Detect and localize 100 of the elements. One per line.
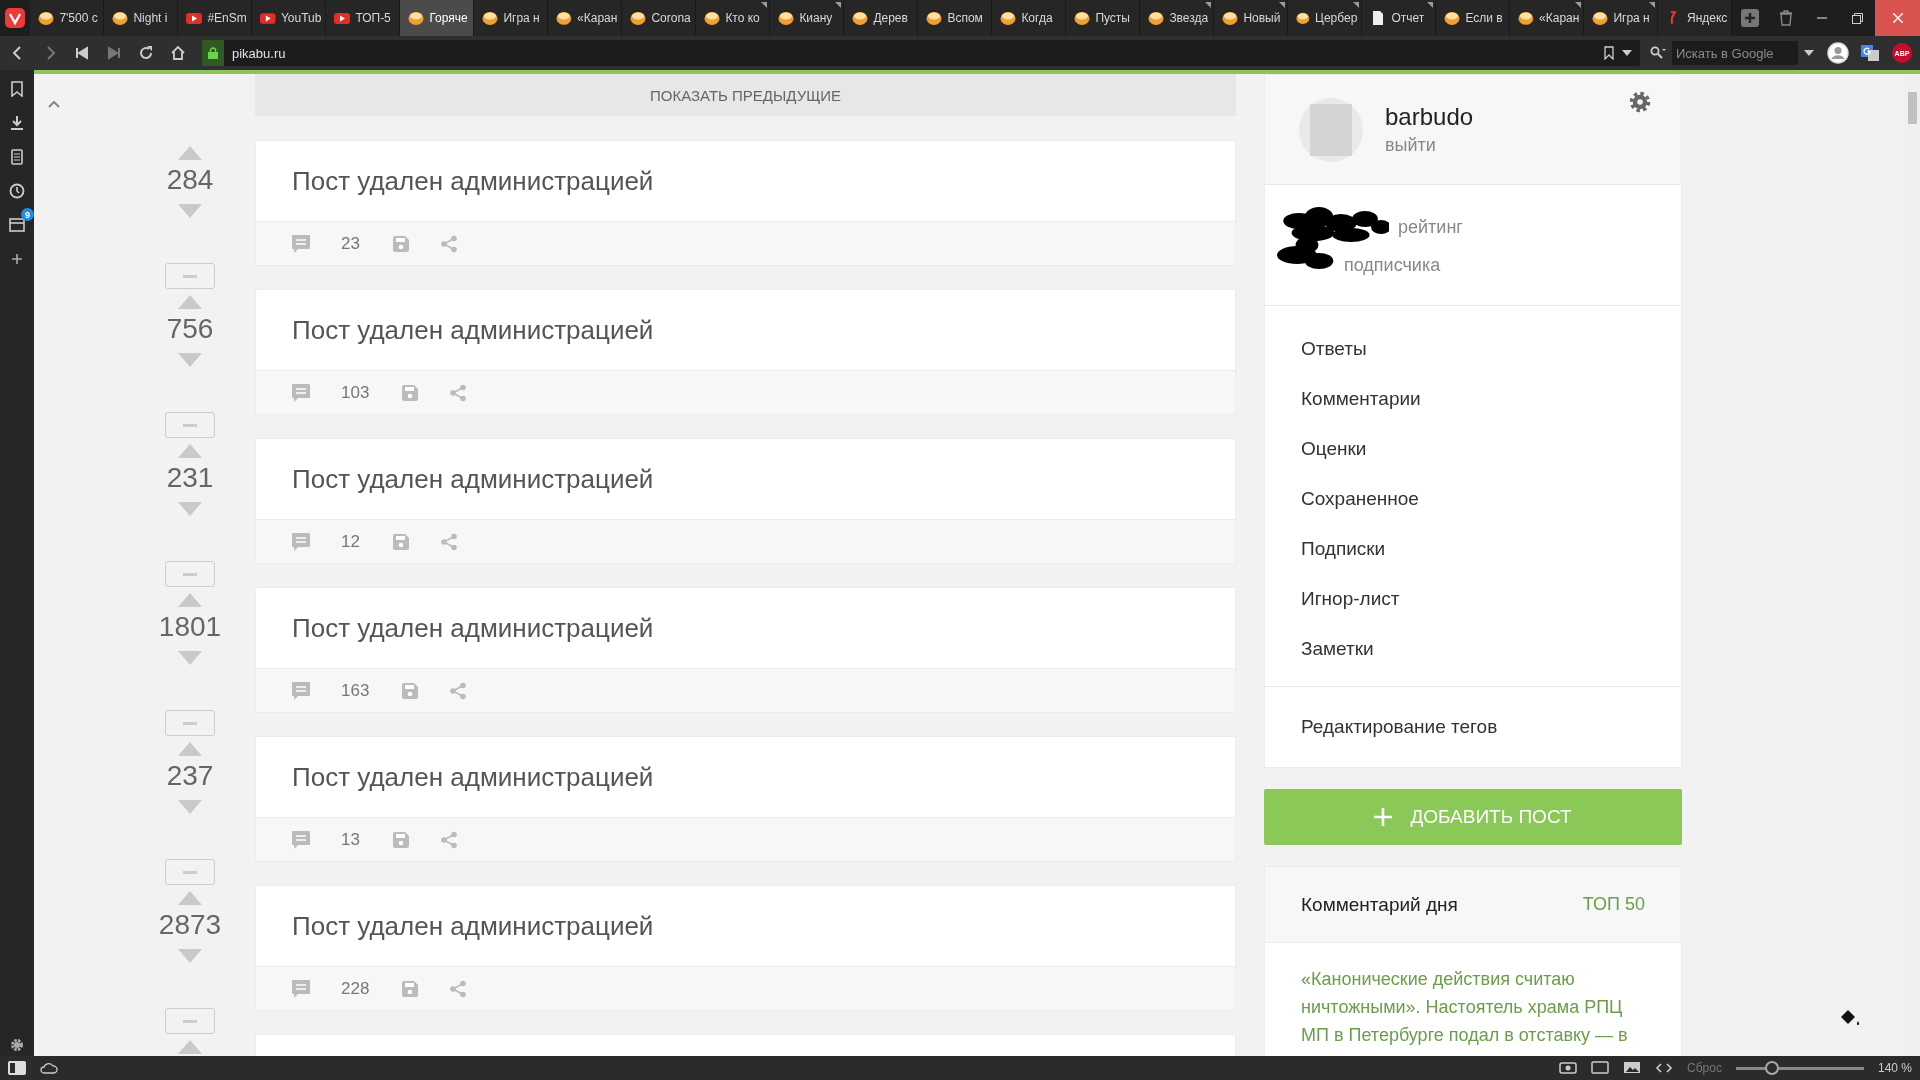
browser-tab[interactable]: «Каран [1510, 0, 1585, 36]
browser-tab[interactable]: Горяче [400, 0, 475, 36]
menu-link[interactable]: Оценки [1265, 424, 1681, 474]
vote-count: 231 [166, 462, 214, 494]
menu-link[interactable]: Сохраненное [1265, 474, 1681, 524]
upvote-button[interactable] [178, 593, 202, 607]
images-button[interactable] [1623, 1060, 1642, 1076]
post-title[interactable]: Пост удален администрацией [256, 737, 1235, 817]
collapse-button[interactable] [165, 710, 215, 736]
collapse-button[interactable] [165, 859, 215, 885]
browser-tab[interactable]: YouTub [252, 0, 327, 36]
clock-icon [9, 183, 25, 199]
comments-button[interactable] [291, 531, 311, 552]
browser-tab[interactable]: Когда [992, 0, 1067, 36]
comment-icon [291, 531, 311, 552]
save-button[interactable] [391, 532, 410, 551]
downvote-button[interactable] [178, 800, 202, 814]
reload-icon [137, 44, 155, 62]
collapse-button[interactable] [165, 1008, 215, 1034]
menu-link[interactable]: Комментарии [1265, 374, 1681, 424]
share-button[interactable] [449, 383, 468, 402]
save-button[interactable] [391, 234, 410, 253]
upvote-button[interactable] [178, 1040, 202, 1054]
comments-button[interactable] [291, 680, 311, 701]
downvote-button[interactable] [178, 204, 202, 218]
slider-thumb[interactable] [1764, 1061, 1779, 1075]
sync-button[interactable] [40, 1062, 58, 1074]
settings-button[interactable] [1629, 91, 1651, 113]
share-button[interactable] [439, 234, 458, 253]
browser-tab[interactable]: «Каран [548, 0, 623, 36]
menu-link[interactable]: Заметки [1265, 624, 1681, 674]
edit-tags-link[interactable]: Редактирование тегов [1265, 687, 1681, 767]
upvote-button[interactable] [178, 295, 202, 309]
browser-tab[interactable]: Киану [770, 0, 845, 36]
post-title[interactable]: Пост удален администрацией [256, 141, 1235, 221]
menu-link[interactable]: Ответы [1265, 324, 1681, 374]
browser-tab[interactable]: Corona [622, 0, 697, 36]
comments-button[interactable] [291, 382, 311, 403]
browser-tab[interactable]: Вспом [918, 0, 993, 36]
browser-tab[interactable]: Игра н [474, 0, 549, 36]
collapse-button[interactable] [165, 412, 215, 438]
address-field[interactable]: pikabu.ru [202, 40, 1640, 66]
upvote-button[interactable] [178, 742, 202, 756]
comments-button[interactable] [291, 829, 311, 850]
share-icon [439, 830, 458, 849]
tiling-button[interactable] [1591, 1060, 1610, 1076]
browser-tab[interactable]: Если в [1436, 0, 1511, 36]
browser-tab[interactable]: 7'500 с [30, 0, 105, 36]
share-icon [439, 234, 458, 253]
zoom-slider[interactable] [1735, 1061, 1864, 1075]
capture-button[interactable] [1559, 1060, 1578, 1076]
post-title[interactable]: Пост удален администрацией [256, 886, 1235, 966]
window-icon [1591, 1060, 1610, 1076]
browser-tab[interactable]: Яндекс [1658, 0, 1733, 36]
window-icon [9, 218, 25, 232]
browser-tab[interactable]: ТОП-5 [326, 0, 401, 36]
save-button[interactable] [401, 979, 420, 998]
browser-tab[interactable]: Кто ко [696, 0, 771, 36]
trash-icon [1778, 10, 1793, 26]
show-previous-button[interactable]: ПОКАЗАТЬ ПРЕДЫДУЩИЕ [255, 74, 1236, 116]
browser-tab[interactable]: Night i [104, 0, 179, 36]
browser-tab[interactable]: Отчет [1362, 0, 1437, 36]
comments-button[interactable] [291, 233, 311, 254]
video-play-icon [186, 10, 203, 26]
downvote-button[interactable] [178, 949, 202, 963]
share-button[interactable] [449, 681, 468, 700]
upvote-button[interactable] [178, 444, 202, 458]
menu-link[interactable]: Игнор-лист [1265, 574, 1681, 624]
share-button[interactable] [449, 979, 468, 998]
downvote-button[interactable] [178, 502, 202, 516]
save-button[interactable] [401, 383, 420, 402]
downvote-button[interactable] [178, 353, 202, 367]
collapse-button[interactable] [165, 561, 215, 587]
comments-button[interactable] [291, 978, 311, 999]
downvote-button[interactable] [178, 651, 202, 665]
save-button[interactable] [391, 830, 410, 849]
browser-tab[interactable]: Игра н [1584, 0, 1659, 36]
profile-button[interactable] [1824, 39, 1852, 67]
scroll-up-button[interactable] [48, 100, 60, 108]
browser-tab[interactable]: Дерев [844, 0, 919, 36]
upvote-button[interactable] [178, 891, 202, 905]
post-title[interactable]: Пост удален администрацией [256, 588, 1235, 668]
browser-tab[interactable]: #EnSm [178, 0, 253, 36]
browser-tab[interactable]: Цербер [1288, 0, 1363, 36]
share-icon [439, 532, 458, 551]
share-button[interactable] [439, 830, 458, 849]
browser-tab[interactable]: Звезда [1140, 0, 1215, 36]
minus-icon [183, 572, 197, 576]
browser-tab[interactable]: Пусты [1066, 0, 1141, 36]
panel-toggle-button[interactable] [8, 1061, 26, 1075]
post-title[interactable]: Пост удален администрацией [256, 439, 1235, 519]
share-button[interactable] [439, 532, 458, 551]
upvote-button[interactable] [178, 146, 202, 160]
browser-tab[interactable]: Новый [1214, 0, 1289, 36]
collapse-button[interactable] [165, 263, 215, 289]
pikabu-favicon-icon [112, 10, 129, 26]
search-field[interactable]: Искать в Google [1672, 41, 1798, 65]
save-button[interactable] [401, 681, 420, 700]
menu-link[interactable]: Подписки [1265, 524, 1681, 574]
post-title[interactable]: Пост удален администрацией [256, 290, 1235, 370]
